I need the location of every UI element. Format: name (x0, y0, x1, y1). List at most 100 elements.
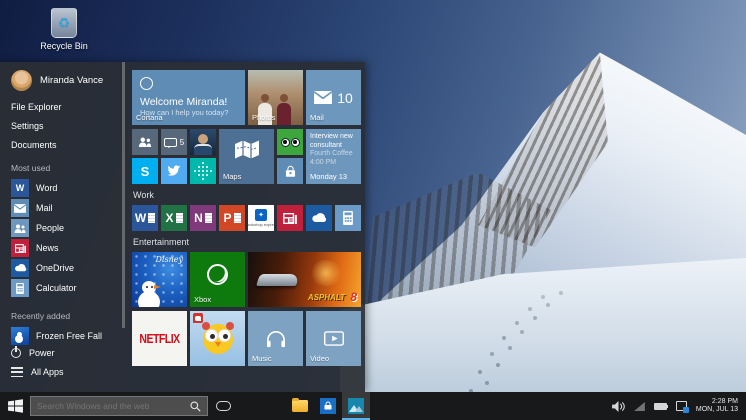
tile-calculator[interactable] (335, 205, 361, 231)
store-bag-icon (285, 165, 295, 177)
tile-people-small[interactable] (132, 129, 158, 155)
tile-frozen-free-fall[interactable]: Disney (132, 252, 187, 307)
tile-messaging[interactable]: 5 (161, 129, 187, 155)
tile-photoshop-express[interactable]: ✦ photoshop express (248, 205, 274, 231)
most-used-item-news[interactable]: News (11, 239, 120, 257)
tripadvisor-owl-icon (280, 137, 300, 147)
recycle-bin-shortcut[interactable]: ♻ Recycle Bin (30, 8, 98, 51)
tile-calendar[interactable]: Interview new consultant Fourth Coffee 4… (306, 129, 361, 184)
powerpoint-page-icon (233, 213, 241, 223)
olaf-carrot-nose (154, 285, 163, 289)
recently-added-header: Recently added (11, 311, 71, 321)
tile-netflix[interactable]: NETFLIX (132, 311, 187, 366)
music-label: Music (252, 354, 272, 363)
tile-video[interactable]: Video (306, 311, 361, 366)
tile-maps[interactable]: Maps (219, 129, 274, 184)
video-icon (323, 331, 344, 346)
netflix-logo: NETFLIX (139, 331, 180, 346)
network-icon (633, 401, 645, 411)
start-menu: Miranda Vance File Explorer Settings Doc… (0, 62, 365, 392)
maps-icon (235, 140, 259, 159)
messaging-icon (163, 137, 177, 148)
tile-photos[interactable]: Photos (248, 70, 303, 125)
tile-cortana[interactable]: Welcome Miranda! How can I help you toda… (132, 70, 245, 125)
start-menu-scrollbar[interactable] (122, 62, 125, 328)
tile-word[interactable]: W (132, 205, 158, 231)
calendar-date: Monday 13 (310, 172, 348, 181)
taskbar-photos-active[interactable] (342, 392, 370, 420)
calendar-event-title: Interview new consultant (310, 133, 353, 149)
all-apps-button[interactable]: All Apps (11, 367, 120, 379)
tile-tripadvisor[interactable] (277, 129, 303, 155)
chick-beak (215, 342, 221, 350)
start-button[interactable] (0, 392, 30, 420)
tile-store[interactable] (277, 158, 303, 184)
sidebar-item-settings[interactable]: Settings (11, 120, 120, 132)
photo-person-2 (277, 94, 291, 125)
start-tiles: Welcome Miranda! How can I help you toda… (124, 62, 365, 392)
system-tray: 2:28 PM MON, JUL 13 (611, 398, 746, 415)
battery-button[interactable] (653, 402, 669, 410)
taskbar-clock[interactable]: 2:28 PM MON, JUL 13 (696, 398, 738, 415)
volume-button[interactable] (611, 400, 625, 412)
tile-mail[interactable]: 10 Mail (306, 70, 361, 125)
battery-icon (653, 402, 669, 410)
power-button[interactable]: Power (11, 345, 120, 359)
search-input[interactable] (37, 401, 190, 411)
tile-dots-app[interactable] (190, 158, 216, 184)
onenote-page-icon (204, 213, 212, 223)
dots-icon (201, 169, 205, 173)
tile-xbox[interactable]: Xbox (190, 252, 245, 307)
most-used-item-word[interactable]: W Word (11, 179, 120, 197)
tile-chick-game[interactable] (190, 311, 245, 366)
asphalt-car (256, 274, 300, 286)
calculator-icon (343, 211, 353, 225)
user-name: Miranda Vance (40, 75, 104, 86)
people-icon (138, 137, 152, 147)
sidebar-item-file-explorer[interactable]: File Explorer (11, 101, 120, 113)
task-view-icon (215, 401, 231, 411)
action-center-icon (675, 401, 689, 413)
calendar-event-time: 4:00 PM (310, 158, 337, 166)
tile-contact-photo[interactable] (190, 129, 216, 155)
user-account-button[interactable]: Miranda Vance (11, 70, 120, 91)
photoshop-express-label: photoshop express (248, 222, 274, 227)
maps-label: Maps (223, 172, 242, 181)
tile-asphalt-8[interactable]: ASPHALT 8 (248, 252, 361, 307)
desktop: ♻ Recycle Bin Miranda Vance File Explore… (0, 0, 746, 420)
taskbar-file-explorer[interactable] (286, 392, 314, 420)
network-button[interactable] (633, 401, 645, 411)
tile-news[interactable] (277, 205, 303, 231)
wallpaper-footprints (0, 0, 2, 2)
taskbar-store[interactable] (314, 392, 342, 420)
calculator-icon (11, 279, 29, 297)
photos-label: Photos (252, 113, 276, 122)
group-header-entertainment: Entertainment (133, 237, 190, 247)
onedrive-icon (11, 259, 29, 277)
taskbar-search[interactable] (30, 396, 208, 416)
tile-onenote[interactable]: N (190, 205, 216, 231)
contact-face (198, 134, 208, 144)
tile-twitter[interactable] (161, 158, 187, 184)
xbox-label: Xbox (194, 295, 212, 304)
most-used-item-onedrive[interactable]: OneDrive (11, 259, 120, 277)
cortana-greeting: Welcome Miranda! (140, 96, 228, 108)
mail-count: 10 (337, 89, 353, 106)
asphalt-logo: ASPHALT (307, 293, 345, 302)
recently-added-item-frozen-free-fall[interactable]: Frozen Free Fall (11, 327, 120, 345)
tile-excel[interactable]: X (161, 205, 187, 231)
action-center-button[interactable] (675, 401, 689, 413)
tile-onedrive[interactable] (306, 205, 332, 231)
video-label: Video (310, 354, 330, 363)
most-used-item-mail[interactable]: Mail (11, 199, 120, 217)
twitter-bird-icon (167, 165, 181, 176)
most-used-item-calculator[interactable]: Calculator (11, 279, 120, 297)
tile-skype[interactable]: S (132, 158, 158, 184)
tile-music[interactable]: Music (248, 311, 303, 366)
task-view-button[interactable] (208, 392, 238, 420)
sidebar-item-documents[interactable]: Documents (11, 139, 120, 151)
most-used-item-people[interactable]: People (11, 219, 120, 237)
small-tile-grid: 5 S (132, 129, 216, 184)
tile-powerpoint[interactable]: P (219, 205, 245, 231)
calendar-event-location: Fourth Coffee (310, 150, 353, 157)
